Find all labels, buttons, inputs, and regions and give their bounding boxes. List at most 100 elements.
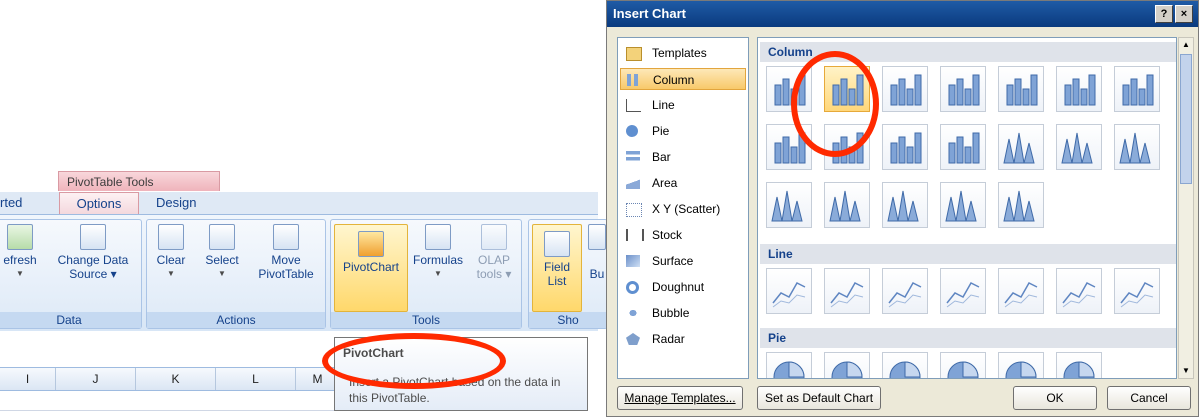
olap-label-2: tools ▾ — [476, 267, 512, 281]
select-button[interactable]: Select ▼ — [199, 224, 245, 281]
tools-group: PivotChart Formulas ▼ OLAP tools ▾ Tools — [330, 219, 522, 329]
data-group: efresh ▼ Change Data Source ▾ Data — [0, 219, 142, 329]
pivotchart-icon — [358, 231, 384, 257]
category-column[interactable]: Column — [620, 68, 746, 90]
field-list-icon — [544, 231, 570, 257]
pie-chart-type-thumbnail[interactable] — [882, 352, 928, 378]
tab-inserted-partial[interactable]: rted — [0, 192, 50, 214]
pie-chart-icon — [626, 125, 638, 137]
pie-chart-type-thumbnail[interactable] — [998, 352, 1044, 378]
plus-minus-icon — [588, 224, 606, 250]
category-stock[interactable]: Stock — [620, 224, 746, 246]
scroll-up-icon[interactable]: ▲ — [1179, 38, 1193, 52]
cone-chart-type-thumbnail[interactable] — [824, 182, 870, 228]
category-templates[interactable]: Templates — [620, 42, 746, 64]
help-button[interactable]: ? — [1155, 5, 1173, 23]
bar-chart-icon — [626, 151, 640, 163]
insert-chart-dialog: Insert Chart ? × Templates Column Line P… — [606, 0, 1199, 417]
select-label: Select — [205, 253, 239, 267]
category-area[interactable]: Area — [620, 172, 746, 194]
scatter-chart-icon — [626, 203, 642, 217]
column-chart-type-thumbnail[interactable] — [1114, 124, 1160, 170]
column-chart-type-thumbnail[interactable] — [998, 124, 1044, 170]
change-source-label-1: Change Data — [57, 253, 129, 267]
move-pivottable-button[interactable]: Move PivotTable — [251, 224, 321, 281]
stock-chart-icon — [626, 229, 644, 241]
category-xy-scatter[interactable]: X Y (Scatter) — [620, 198, 746, 220]
section-pie-header: Pie — [760, 328, 1176, 348]
line-chart-type-thumbnail[interactable] — [824, 268, 870, 314]
column-header[interactable]: J — [56, 368, 136, 390]
pie-chart-type-thumbnail[interactable] — [1056, 352, 1102, 378]
surface-chart-icon — [626, 255, 640, 267]
ribbon-body: efresh ▼ Change Data Source ▾ Data Clear… — [0, 215, 608, 331]
cone-chart-type-thumbnail[interactable] — [766, 182, 812, 228]
line-chart-type-thumbnail[interactable] — [766, 268, 812, 314]
category-doughnut[interactable]: Doughnut — [620, 276, 746, 298]
scroll-thumb[interactable] — [1180, 54, 1192, 184]
set-default-chart-button[interactable]: Set as Default Chart — [757, 386, 881, 410]
field-list-button[interactable]: Field List — [532, 224, 582, 312]
red-highlight-ellipse — [322, 333, 506, 389]
category-label: Line — [652, 98, 675, 112]
category-surface[interactable]: Surface — [620, 250, 746, 272]
column-chart-type-thumbnail[interactable] — [882, 66, 928, 112]
category-label: Radar — [652, 332, 685, 346]
olap-label-1: OLAP — [477, 253, 510, 267]
chevron-down-icon: ▼ — [16, 269, 24, 278]
column-chart-type-thumbnail[interactable] — [940, 124, 986, 170]
change-data-source-button[interactable]: Change Data Source ▾ — [51, 224, 135, 281]
category-line[interactable]: Line — [620, 94, 746, 116]
cone-chart-type-thumbnail[interactable] — [940, 182, 986, 228]
pie-chart-type-thumbnail[interactable] — [824, 352, 870, 378]
category-label: Pie — [652, 124, 670, 138]
pivotchart-button[interactable]: PivotChart — [334, 224, 408, 312]
category-label: Stock — [652, 228, 683, 242]
red-highlight-ellipse — [791, 51, 879, 157]
tab-options[interactable]: Options — [59, 192, 139, 214]
column-header[interactable]: K — [136, 368, 216, 390]
move-label-2: PivotTable — [258, 267, 314, 281]
tab-design[interactable]: Design — [156, 192, 216, 214]
gallery-scrollbar[interactable]: ▲ ▼ — [1178, 37, 1194, 379]
data-group-label: Data — [0, 312, 141, 328]
clear-label: Clear — [156, 253, 186, 267]
column-header[interactable]: L — [216, 368, 296, 390]
line-chart-type-thumbnail[interactable] — [940, 268, 986, 314]
column-chart-type-thumbnail[interactable] — [998, 66, 1044, 112]
refresh-button[interactable]: efresh ▼ — [0, 224, 43, 281]
olap-tools-button[interactable]: OLAP tools ▾ — [469, 224, 519, 281]
pie-chart-type-thumbnail[interactable] — [940, 352, 986, 378]
column-chart-type-thumbnail[interactable] — [1114, 66, 1160, 112]
cone-chart-type-thumbnail[interactable] — [882, 182, 928, 228]
radar-chart-icon — [626, 333, 640, 345]
ok-button[interactable]: OK — [1013, 386, 1097, 410]
refresh-label: efresh — [3, 253, 37, 267]
line-chart-type-thumbnail[interactable] — [882, 268, 928, 314]
category-bubble[interactable]: Bubble — [620, 302, 746, 324]
grid-line — [0, 410, 340, 411]
pie-chart-type-thumbnail[interactable] — [766, 352, 812, 378]
category-bar[interactable]: Bar — [620, 146, 746, 168]
line-chart-type-thumbnail[interactable] — [1056, 268, 1102, 314]
close-button[interactable]: × — [1175, 5, 1193, 23]
column-header[interactable]: I — [0, 368, 56, 390]
cone-chart-type-thumbnail[interactable] — [998, 182, 1044, 228]
column-chart-type-thumbnail[interactable] — [1056, 124, 1102, 170]
column-chart-type-thumbnail[interactable] — [882, 124, 928, 170]
column-chart-type-thumbnail[interactable] — [1056, 66, 1102, 112]
chevron-down-icon: ▼ — [218, 269, 226, 278]
refresh-icon — [7, 224, 33, 250]
column-chart-type-thumbnail[interactable] — [940, 66, 986, 112]
scroll-down-icon[interactable]: ▼ — [1179, 364, 1193, 378]
formulas-button[interactable]: Formulas ▼ — [409, 224, 467, 281]
clear-button[interactable]: Clear ▼ — [151, 224, 191, 281]
category-pie[interactable]: Pie — [620, 120, 746, 142]
change-data-source-icon — [80, 224, 106, 250]
category-radar[interactable]: Radar — [620, 328, 746, 350]
line-chart-type-thumbnail[interactable] — [1114, 268, 1160, 314]
line-chart-type-thumbnail[interactable] — [998, 268, 1044, 314]
cancel-button[interactable]: Cancel — [1107, 386, 1191, 410]
manage-templates-button[interactable]: Manage Templates... — [617, 386, 743, 410]
field-list-label-2: List — [547, 274, 567, 288]
